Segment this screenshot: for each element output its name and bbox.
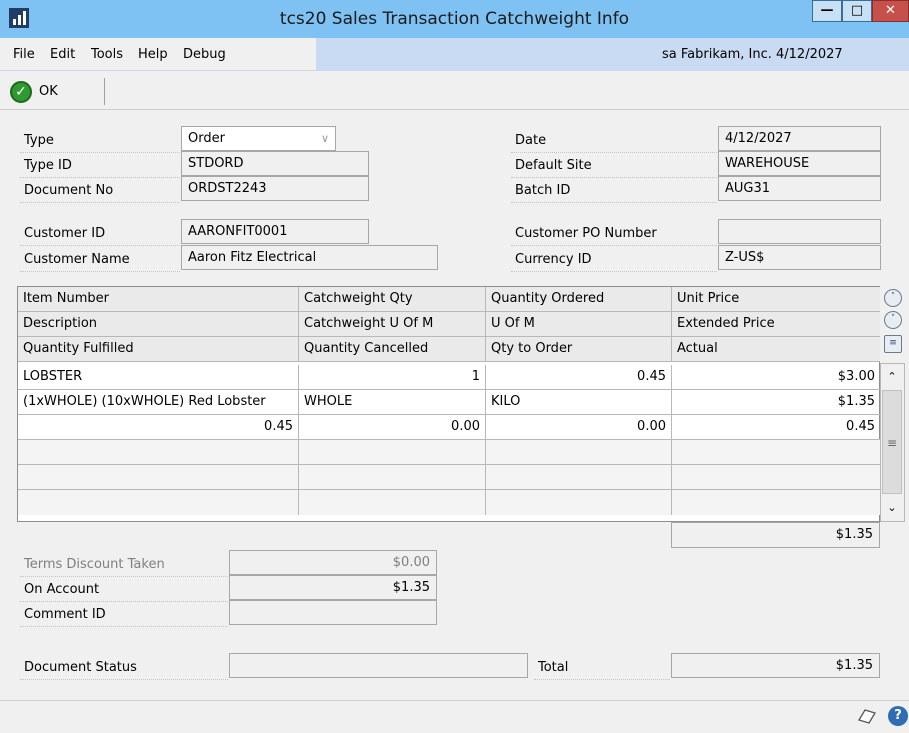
maximize-button[interactable]: □ (842, 0, 872, 22)
grid-empty-cell[interactable] (486, 465, 672, 490)
note-icon[interactable] (856, 706, 878, 726)
date-label: Date (511, 128, 717, 153)
grid-empty-cell[interactable] (299, 465, 486, 490)
grid-header-qty-to-order: Qty to Order (486, 337, 672, 362)
on-account-label: On Account (20, 577, 228, 602)
grid-empty-cell[interactable] (672, 465, 880, 490)
customer-name-field: Aaron Fitz Electrical (181, 245, 438, 270)
grid-header-description: Description (18, 312, 299, 337)
grid-empty-cell[interactable] (486, 490, 672, 515)
grid-header-quantity-ordered: Quantity Ordered (486, 287, 672, 312)
grid-header-catchweight-qty: Catchweight Qty (299, 287, 486, 312)
row-detail-icon[interactable]: ≡ (884, 335, 902, 353)
menu-help[interactable]: Help (138, 38, 168, 71)
chevron-down-icon[interactable]: ∨ (321, 127, 329, 150)
scroll-down-icon[interactable]: ⌄ (884, 500, 900, 516)
grid-header-item-number: Item Number (18, 287, 299, 312)
comment-id-label: Comment ID (20, 602, 228, 627)
type-value: Order (188, 131, 225, 146)
expand-down-icon[interactable]: ˅ (884, 311, 902, 329)
grid-cell-extended-price[interactable]: $1.35 (672, 390, 880, 415)
window-title: tcs20 Sales Transaction Catchweight Info (279, 9, 630, 29)
grid-empty-cell[interactable] (672, 440, 880, 465)
currency-id-label: Currency ID (511, 247, 717, 272)
grid-header-quantity-cancelled: Quantity Cancelled (299, 337, 486, 362)
menu-edit[interactable]: Edit (50, 38, 75, 71)
on-account-field: $1.35 (229, 575, 437, 600)
ok-button[interactable]: OK (39, 81, 58, 103)
grid-header-uofm: U Of M (486, 312, 672, 337)
type-label: Type (20, 128, 180, 153)
grid-header-quantity-fulfilled: Quantity Fulfilled (18, 337, 299, 362)
grid-icons: ˄ ˅ ≡ (884, 289, 902, 353)
close-icon: ✕ (885, 3, 896, 18)
grid-cell-description[interactable]: (1xWHOLE) (10xWHOLE) Red Lobster (18, 390, 299, 415)
grid-cell-quantity-cancelled[interactable]: 0.00 (299, 415, 486, 440)
grid-header-actual: Actual (672, 337, 880, 362)
grip-icon: ≡ (886, 436, 898, 450)
scroll-up-icon[interactable]: ⌃ (884, 369, 900, 385)
currency-id-field: Z-US$ (718, 245, 881, 270)
grid-empty-cell[interactable] (299, 440, 486, 465)
document-no-label: Document No (20, 178, 180, 203)
type-id-field: STDORD (181, 151, 369, 176)
grid-total-field: $1.35 (671, 522, 880, 548)
customer-po-label: Customer PO Number (511, 221, 717, 246)
total-field: $1.35 (671, 653, 880, 678)
grid-empty-cell[interactable] (18, 490, 299, 515)
grid-cell-catchweight-qty[interactable]: 1 (299, 365, 486, 390)
grid-empty-cell[interactable] (18, 465, 299, 490)
grid-header-unit-price: Unit Price (672, 287, 880, 312)
comment-id-field (229, 600, 437, 625)
grid-empty-cell[interactable] (672, 490, 880, 515)
default-site-field: WAREHOUSE (718, 151, 881, 176)
document-status-label: Document Status (20, 655, 228, 680)
grid-empty-cell[interactable] (486, 440, 672, 465)
grid-cell-unit-price[interactable]: $3.00 (672, 365, 880, 390)
grid-cell-actual[interactable]: 0.45 (672, 415, 880, 440)
batch-id-field: AUG31 (718, 176, 881, 201)
grid-cell-quantity-ordered[interactable]: 0.45 (486, 365, 672, 390)
maximize-icon: □ (850, 3, 864, 18)
grid-cell-uofm[interactable]: KILO (486, 390, 672, 415)
total-label: Total (534, 655, 670, 680)
type-dropdown[interactable]: Order ∨ (181, 126, 336, 151)
document-status-field (229, 653, 528, 678)
toolbar (0, 71, 909, 110)
grid-empty-cell[interactable] (299, 490, 486, 515)
customer-po-field (718, 219, 881, 244)
batch-id-label: Batch ID (511, 178, 717, 203)
terms-discount-field: $0.00 (229, 550, 437, 575)
close-button[interactable]: ✕ (872, 0, 909, 22)
user-company-date: sa Fabrikam, Inc. 4/12/2027 (662, 47, 843, 62)
status-bar (0, 700, 909, 733)
help-icon[interactable]: ? (888, 706, 908, 726)
grid-header-catchweight-uofm: Catchweight U Of M (299, 312, 486, 337)
menu-file[interactable]: File (13, 38, 35, 71)
customer-id-label: Customer ID (20, 221, 180, 246)
default-site-label: Default Site (511, 153, 717, 178)
customer-id-field: AARONFIT0001 (181, 219, 369, 244)
menu-debug[interactable]: Debug (183, 38, 226, 71)
date-field: 4/12/2027 (718, 126, 881, 151)
grid-cell-item-number[interactable]: LOBSTER (18, 365, 299, 390)
minimize-icon: — (820, 3, 834, 18)
grid-header-extended-price: Extended Price (672, 312, 880, 337)
terms-discount-label: Terms Discount Taken (20, 552, 228, 577)
customer-name-label: Customer Name (20, 247, 180, 272)
line-items-grid[interactable]: Item Number Catchweight Qty Quantity Ord… (17, 286, 880, 522)
type-id-label: Type ID (20, 153, 180, 178)
grid-cell-qty-to-order[interactable]: 0.00 (486, 415, 672, 440)
grid-cell-catchweight-uofm[interactable]: WHOLE (299, 390, 486, 415)
toolbar-separator (104, 78, 105, 105)
expand-up-icon[interactable]: ˄ (884, 289, 902, 307)
menu-tools[interactable]: Tools (91, 38, 123, 71)
grid-cell-quantity-fulfilled[interactable]: 0.45 (18, 415, 299, 440)
document-no-field: ORDST2243 (181, 176, 369, 201)
check-circle-icon[interactable]: ✓ (10, 81, 32, 103)
minimize-button[interactable]: — (812, 0, 842, 22)
grid-empty-cell[interactable] (18, 440, 299, 465)
